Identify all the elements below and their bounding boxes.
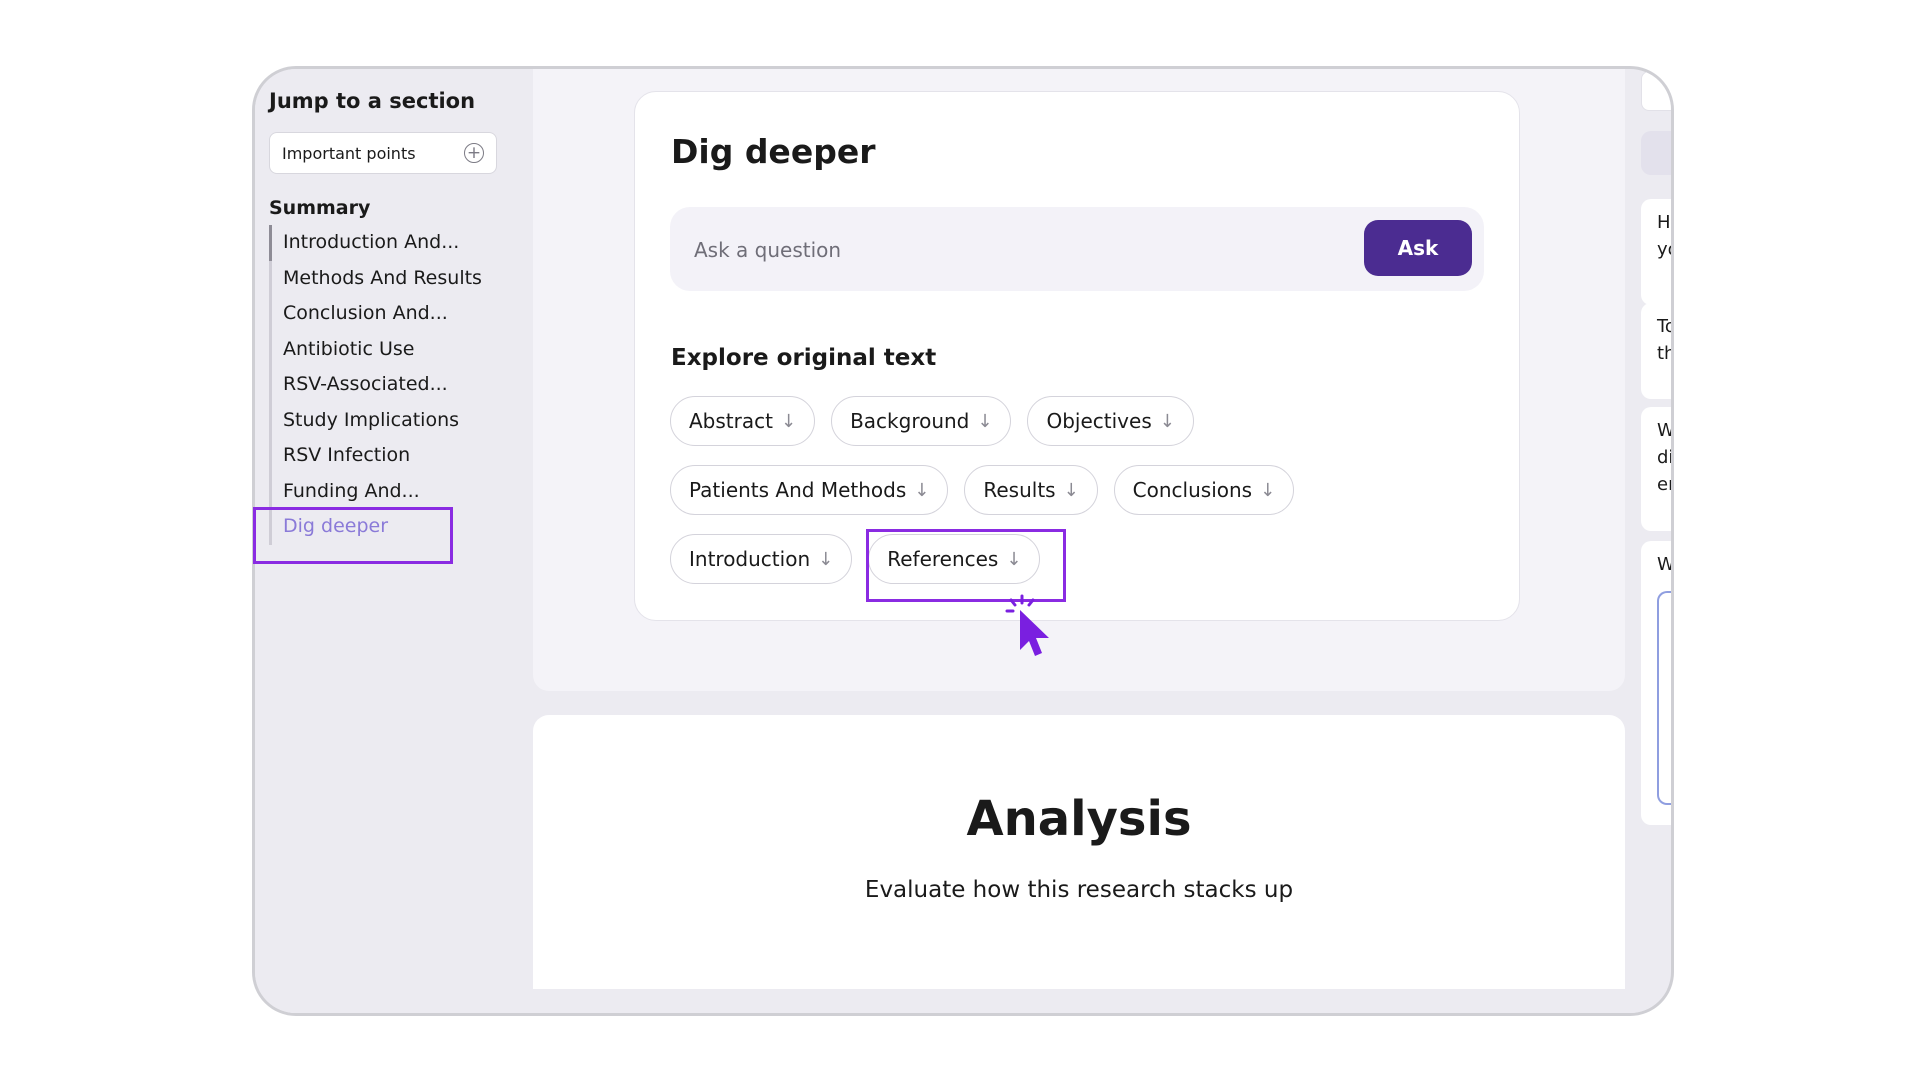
peek-card[interactable]: To th (1641, 303, 1674, 399)
chip-label: Conclusions (1132, 478, 1253, 502)
peek-card-text: To th (1657, 316, 1674, 364)
sidebar-item-funding[interactable]: Funding And... (272, 474, 492, 510)
arrow-down-icon: ↓ (818, 548, 834, 570)
chip-background[interactable]: Background ↓ (831, 396, 1012, 446)
dig-deeper-section: Dig deeper Ask Explore original text Abs… (533, 69, 1625, 691)
arrow-down-icon: ↓ (780, 410, 797, 432)
sidebar: Jump to a section Important points + Sum… (255, 69, 517, 1013)
arrow-down-icon: ↓ (1006, 548, 1022, 570)
ask-button[interactable]: Ask (1364, 220, 1472, 276)
arrow-down-icon: ↓ (1260, 479, 1276, 501)
peek-text-field[interactable] (1657, 591, 1671, 805)
chip-label: Results (983, 478, 1056, 502)
question-input[interactable] (692, 229, 1336, 271)
analysis-subtitle: Evaluate how this research stacks up (864, 877, 1294, 903)
sidebar-item-rsv-infection[interactable]: RSV Infection (272, 438, 492, 474)
chip-label: Introduction (689, 547, 811, 571)
sidebar-item-antibiotic-use[interactable]: Antibiotic Use (272, 332, 492, 368)
sidebar-item-rsv-associated[interactable]: RSV-Associated... (272, 367, 492, 403)
chip-conclusions[interactable]: Conclusions ↓ (1113, 465, 1295, 515)
important-points-button[interactable]: Important points + (269, 132, 497, 174)
sidebar-item-dig-deeper[interactable]: Dig deeper (272, 509, 492, 545)
peek-card-text: He yo (1657, 212, 1671, 260)
jump-to-section-title: Jump to a section (269, 89, 476, 113)
chip-objectives[interactable]: Objectives ↓ (1027, 396, 1194, 446)
chip-abstract[interactable]: Abstract ↓ (670, 396, 816, 446)
plus-circle-icon: + (464, 143, 484, 163)
sidebar-item-conclusion[interactable]: Conclusion And... (272, 296, 492, 332)
chip-label: References (887, 547, 999, 571)
right-panel-peek: He yo To th W di er W (1641, 69, 1674, 1013)
analysis-section: Analysis Evaluate how this research stac… (533, 715, 1625, 1013)
chip-references[interactable]: References ↓ (868, 534, 1041, 584)
important-points-label: Important points (282, 143, 416, 163)
sidebar-item-methods-and-results[interactable]: Methods And Results (272, 261, 492, 297)
peek-pill[interactable] (1641, 131, 1671, 175)
sidebar-item-study-implications[interactable]: Study Implications (272, 403, 492, 439)
arrow-down-icon: ↓ (914, 479, 930, 501)
chip-label: Objectives (1046, 409, 1152, 433)
search-icon[interactable] (1641, 71, 1671, 111)
sidebar-item-introduction[interactable]: Introduction And... (272, 225, 492, 261)
arrow-down-icon: ↓ (1159, 410, 1175, 432)
section-nav-list: Introduction And... Methods And Results … (269, 225, 492, 545)
arrow-down-icon: ↓ (1063, 479, 1079, 501)
chip-label: Abstract (689, 409, 773, 433)
section-chips: Abstract ↓ Background ↓ Objectives ↓ Patien… (670, 396, 1490, 603)
explore-original-text-heading: Explore original text (671, 345, 937, 371)
chip-results[interactable]: Results ↓ (964, 465, 1098, 515)
ask-bar: Ask (670, 207, 1484, 291)
chip-label: Patients And Methods (689, 478, 907, 502)
nav-scroll-indicator (269, 225, 272, 261)
dig-deeper-card: Dig deeper Ask Explore original text Abs… (634, 91, 1520, 621)
summary-heading[interactable]: Summary (269, 197, 370, 219)
analysis-title: Analysis (966, 791, 1192, 847)
app-window: Jump to a section Important points + Sum… (252, 66, 1674, 1016)
device-footer (255, 989, 1671, 1013)
chip-label: Background (850, 409, 970, 433)
dig-deeper-title: Dig deeper (671, 132, 876, 171)
chip-introduction[interactable]: Introduction ↓ (670, 534, 853, 584)
peek-card-text: W (1657, 554, 1674, 575)
arrow-down-icon: ↓ (977, 410, 993, 432)
chip-patients-and-methods[interactable]: Patients And Methods ↓ (670, 465, 949, 515)
peek-card[interactable]: He yo (1641, 199, 1671, 305)
peek-card[interactable]: W di er (1641, 407, 1674, 531)
peek-card-text: W di er (1657, 420, 1674, 495)
